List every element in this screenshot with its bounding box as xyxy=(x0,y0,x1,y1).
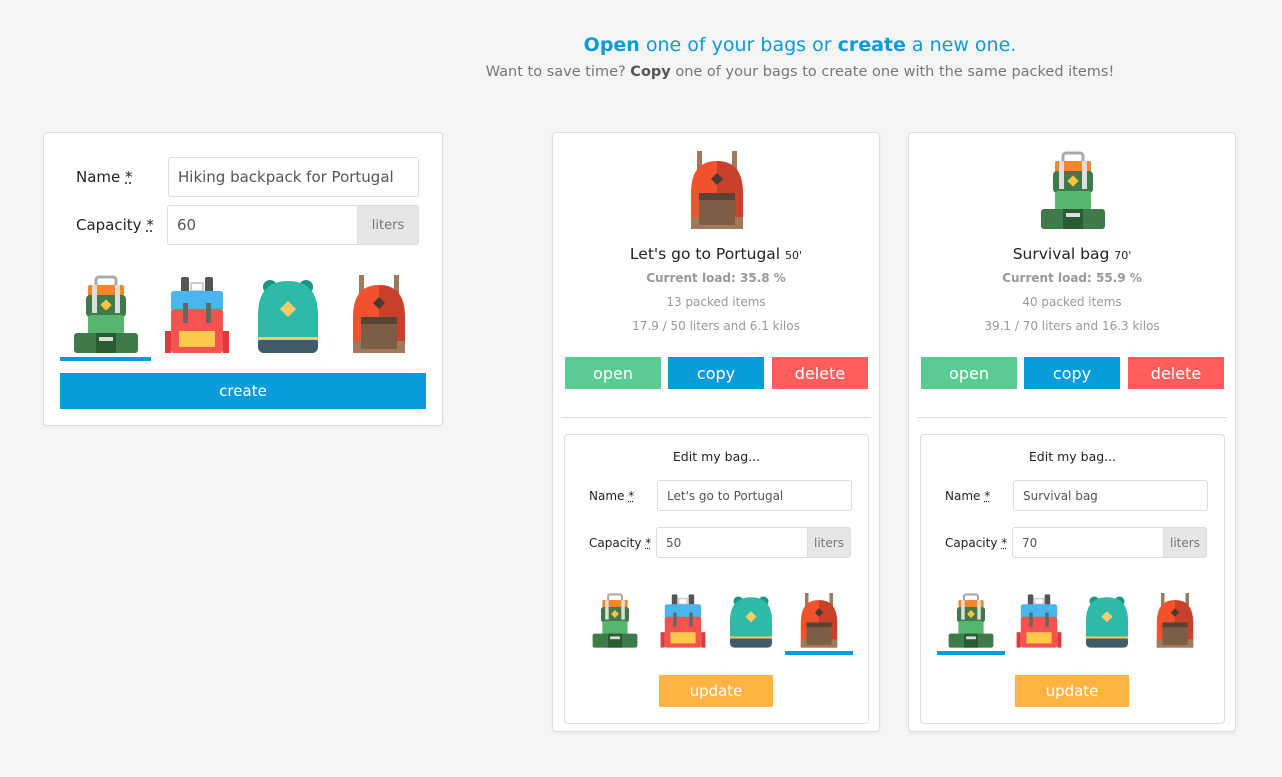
create-button[interactable]: create xyxy=(60,373,426,409)
edit-name-label: Name * xyxy=(589,488,635,503)
edit-name-label: Name * xyxy=(945,488,991,503)
blue-red-backpack-icon xyxy=(660,594,706,648)
page-header: Open one of your bags or create a new on… xyxy=(440,34,1160,80)
red-brown-backpack-icon xyxy=(800,593,838,648)
volume-weight: 39.1 / 70 liters and 16.3 kilos xyxy=(984,319,1160,333)
name-input[interactable]: Hiking backpack for Portugal xyxy=(168,157,419,197)
red-brown-backpack-icon xyxy=(1156,593,1194,648)
edit-capacity-input[interactable]: 70 xyxy=(1012,527,1164,558)
bag-icon-option[interactable] xyxy=(581,593,649,649)
green-backpack-icon xyxy=(948,593,994,648)
capacity-label: Capacity * xyxy=(76,216,154,234)
bag-icon-option[interactable] xyxy=(785,593,853,655)
packed-items: 40 packed items xyxy=(1022,295,1122,309)
teal-backpack-icon xyxy=(730,596,772,648)
bag-card: Let's go to Portugal 50' Current load: 3… xyxy=(552,132,880,732)
page-subtitle: Want to save time? Copy one of your bags… xyxy=(485,64,1115,80)
capacity-input[interactable]: 60 xyxy=(167,205,358,245)
bag-icon-option[interactable] xyxy=(242,275,333,355)
edit-title: Edit my bag... xyxy=(1028,449,1117,464)
bag-icon-option[interactable] xyxy=(1073,593,1141,649)
bag-icon xyxy=(1033,151,1113,235)
teal-backpack-icon xyxy=(257,280,318,353)
page-title: Open one of your bags or create a new on… xyxy=(583,34,1017,56)
update-button[interactable]: update xyxy=(1015,675,1129,707)
copy-button[interactable]: copy xyxy=(1024,357,1120,389)
edit-name-input[interactable]: Let's go to Portugal xyxy=(657,480,852,511)
bag-icon-option[interactable] xyxy=(1141,593,1209,649)
update-button[interactable]: update xyxy=(659,675,773,707)
liters-addon: liters xyxy=(358,205,419,245)
open-button[interactable]: open xyxy=(565,357,661,389)
red-brown-backpack-icon xyxy=(352,275,405,353)
bag-icon-picker xyxy=(60,275,424,361)
bag-icon-option[interactable] xyxy=(717,593,785,649)
bag-title: Let's go to Portugal 50' xyxy=(629,245,803,263)
bag-icon-option[interactable] xyxy=(151,275,242,355)
current-load: Current load: 35.8 % xyxy=(646,271,786,285)
divider xyxy=(561,417,871,418)
packed-items: 13 packed items xyxy=(666,295,766,309)
bag-icon-picker xyxy=(581,593,853,655)
bag-icon-option[interactable] xyxy=(649,593,717,649)
create-bag-card: Name * Hiking backpack for Portugal Capa… xyxy=(43,132,443,426)
edit-name-input[interactable]: Survival bag xyxy=(1013,480,1208,511)
red-brown-backpack-icon xyxy=(691,151,743,229)
current-load: Current load: 55.9 % xyxy=(1002,271,1142,285)
copy-button[interactable]: copy xyxy=(668,357,764,389)
teal-backpack-icon xyxy=(1086,596,1128,648)
bag-icon-picker xyxy=(937,593,1209,655)
blue-red-backpack-icon xyxy=(164,277,229,353)
divider xyxy=(917,417,1227,418)
bag-icon xyxy=(677,151,757,235)
edit-capacity-input[interactable]: 50 xyxy=(656,527,808,558)
edit-bag-panel: Edit my bag... Name * Survival bag Capac… xyxy=(920,434,1225,724)
liters-addon: liters xyxy=(808,527,851,558)
open-button[interactable]: open xyxy=(921,357,1017,389)
delete-button[interactable]: delete xyxy=(772,357,868,389)
edit-bag-panel: Edit my bag... Name * Let's go to Portug… xyxy=(564,434,869,724)
volume-weight: 17.9 / 50 liters and 6.1 kilos xyxy=(632,319,800,333)
bag-icon-option[interactable] xyxy=(937,593,1005,655)
green-backpack-icon xyxy=(73,275,138,353)
delete-button[interactable]: delete xyxy=(1128,357,1224,389)
green-backpack-icon xyxy=(1041,151,1105,229)
edit-capacity-label: Capacity * xyxy=(945,535,1008,550)
bag-icon-option[interactable] xyxy=(1005,593,1073,649)
edit-title: Edit my bag... xyxy=(672,449,761,464)
bag-icon-option[interactable] xyxy=(333,275,424,355)
bag-card: Survival bag 70' Current load: 55.9 % 40… xyxy=(908,132,1236,732)
green-backpack-icon xyxy=(592,593,638,648)
blue-red-backpack-icon xyxy=(1016,594,1062,648)
name-label: Name * xyxy=(76,168,133,186)
bag-title: Survival bag 70' xyxy=(1012,245,1132,263)
edit-capacity-label: Capacity * xyxy=(589,535,652,550)
bag-icon-option[interactable] xyxy=(60,275,151,361)
liters-addon: liters xyxy=(1164,527,1207,558)
